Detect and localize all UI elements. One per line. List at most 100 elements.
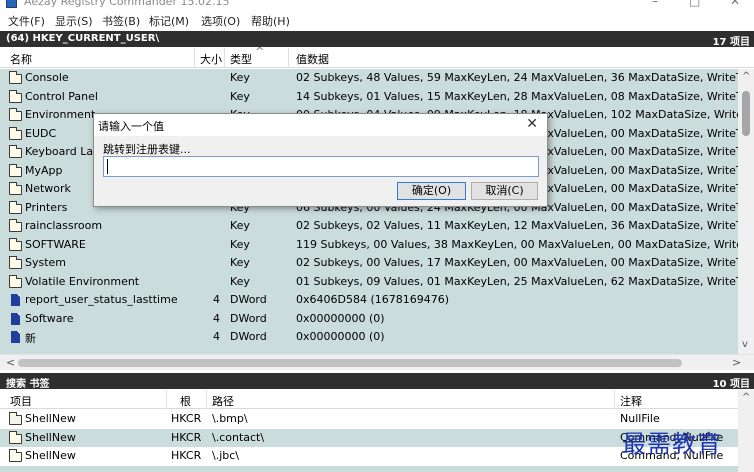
folder-icon: [9, 256, 22, 269]
item-type: Key: [230, 219, 250, 232]
item-data: 0x00000000 (0): [296, 311, 385, 325]
search-panel-bar: 搜索 书签 10 项目: [0, 373, 754, 390]
column-divider[interactable]: [166, 390, 167, 409]
item-name: Volatile Environment: [25, 274, 140, 288]
registry-key-input[interactable]: [103, 156, 539, 177]
menu-help[interactable]: 帮助(H): [251, 13, 290, 29]
dword-value-icon: [11, 331, 20, 343]
item-name: MyApp: [25, 163, 63, 177]
app-icon: [6, 0, 17, 8]
column-divider[interactable]: [614, 390, 615, 409]
vertical-scrollbar[interactable]: ^ v: [738, 69, 754, 354]
column-divider[interactable]: [224, 48, 225, 68]
folder-icon: [9, 145, 22, 158]
item-name: Software: [25, 311, 74, 325]
item-type: Key: [230, 89, 250, 103]
menu-file[interactable]: 文件(F): [8, 13, 45, 29]
sort-indicator-icon: ^: [255, 45, 265, 58]
menu-mark[interactable]: 标记(M): [149, 13, 189, 29]
cancel-button[interactable]: 取消(C): [471, 182, 538, 200]
list-item[interactable]: System Key 02 Subkeys, 00 Values, 17 Max…: [0, 254, 738, 273]
column-size[interactable]: 大小: [200, 51, 222, 67]
dialog-prompt: 跳转到注册表键...: [103, 143, 191, 156]
folder-icon: [9, 71, 22, 84]
item-name: Console: [25, 71, 69, 84]
folder-icon: [9, 200, 22, 214]
item-type: DWord: [230, 330, 267, 343]
scroll-thumb[interactable]: [18, 359, 682, 367]
search-panel-label[interactable]: 搜索 书签: [6, 375, 49, 390]
item-name: Printers: [25, 200, 68, 214]
text-caret: [107, 159, 108, 174]
list-item[interactable]: Control Panel Key 14 Subkeys, 01 Values,…: [0, 88, 738, 107]
column-note[interactable]: 注释: [620, 393, 642, 409]
folder-icon: [9, 237, 22, 251]
dialog-close-icon[interactable]: ✕: [526, 116, 538, 132]
result-item: ShellNew: [25, 412, 76, 425]
column-item[interactable]: 项目: [10, 393, 32, 409]
folder-icon: [9, 430, 22, 444]
column-divider[interactable]: [206, 390, 207, 409]
column-divider[interactable]: [194, 48, 195, 68]
item-size: 4: [213, 330, 220, 343]
folder-icon: [9, 274, 22, 288]
search-result-count: 10 项目: [712, 379, 750, 390]
input-dialog: 请输入一个值 ✕ 跳转到注册表键... 确定(O) 取消(C): [93, 113, 548, 207]
column-path[interactable]: 路径: [212, 393, 234, 409]
list-item[interactable]: 新 4 DWord 0x00000000 (0): [0, 328, 738, 347]
folder-icon: [9, 163, 22, 177]
item-type: DWord: [230, 293, 267, 306]
result-item: ShellNew: [25, 449, 76, 462]
maximize-button[interactable]: □: [689, 0, 700, 8]
minimize-button[interactable]: –: [652, 0, 658, 8]
result-path: \.contact\: [212, 430, 265, 444]
result-root: HKCR: [171, 430, 202, 444]
item-data: 02 Subkeys, 48 Values, 59 MaxKeyLen, 24 …: [296, 71, 738, 84]
item-count: 17 项目: [712, 37, 750, 48]
current-path: (64) HKEY_CURRENT_USER\: [6, 33, 160, 44]
column-root[interactable]: 根: [180, 393, 191, 409]
item-data: 119 Subkeys, 00 Values, 38 MaxKeyLen, 00…: [296, 237, 738, 251]
item-name: System: [25, 256, 67, 269]
scroll-up-icon[interactable]: ^: [742, 392, 750, 403]
list-item[interactable]: Software 4 DWord 0x00000000 (0): [0, 310, 738, 329]
item-size: 4: [213, 293, 220, 306]
list-item[interactable]: SOFTWARE Key 119 Subkeys, 00 Values, 38 …: [0, 236, 738, 255]
folder-icon: [9, 108, 22, 121]
item-name: Network: [25, 182, 71, 195]
menu-bookmarks[interactable]: 书签(B): [102, 13, 140, 29]
list-item[interactable]: report_user_status_lasttime 4 DWord 0x64…: [0, 291, 738, 310]
folder-icon: [9, 449, 22, 462]
menu-options[interactable]: 选项(O): [201, 13, 240, 29]
item-name: Environment: [25, 108, 96, 121]
dialog-title-bar: 请输入一个值 ✕: [94, 114, 547, 136]
column-divider[interactable]: [288, 48, 289, 68]
scroll-right-icon[interactable]: >: [732, 356, 741, 369]
item-type: Key: [230, 256, 250, 269]
column-name[interactable]: 名称: [10, 51, 32, 67]
result-path: \.bmp\: [212, 412, 248, 425]
scroll-up-icon[interactable]: ^: [742, 71, 750, 82]
item-data: 0x6406D584 (1678169476): [296, 293, 450, 306]
scroll-down-icon[interactable]: v: [742, 339, 748, 350]
item-type: Key: [230, 274, 250, 288]
search-vertical-scrollbar[interactable]: ^: [738, 390, 754, 472]
column-type[interactable]: 类型: [230, 51, 252, 67]
search-results-header: 项目 根 路径 注释: [0, 390, 754, 409]
list-item[interactable]: Volatile Environment Key 01 Subkeys, 09 …: [0, 273, 738, 292]
menu-view[interactable]: 显示(S): [55, 13, 93, 29]
item-type: Key: [230, 237, 250, 251]
list-item[interactable]: rainclassroom Key 02 Subkeys, 02 Values,…: [0, 217, 738, 236]
item-data: 02 Subkeys, 00 Values, 17 MaxKeyLen, 00 …: [296, 256, 738, 269]
item-name: report_user_status_lasttime: [25, 293, 178, 306]
close-window-button[interactable]: ✕: [730, 0, 740, 8]
horizontal-scrollbar[interactable]: < >: [0, 354, 754, 370]
column-data[interactable]: 值数据: [296, 51, 329, 67]
scroll-thumb[interactable]: [742, 91, 750, 136]
scroll-left-icon[interactable]: <: [6, 356, 15, 369]
list-item[interactable]: Console Key 02 Subkeys, 48 Values, 59 Ma…: [0, 69, 738, 88]
item-size: 4: [213, 311, 220, 325]
item-name: SOFTWARE: [25, 237, 86, 251]
item-data: 14 Subkeys, 01 Values, 15 MaxKeyLen, 28 …: [296, 89, 738, 103]
ok-button[interactable]: 确定(O): [397, 182, 466, 200]
